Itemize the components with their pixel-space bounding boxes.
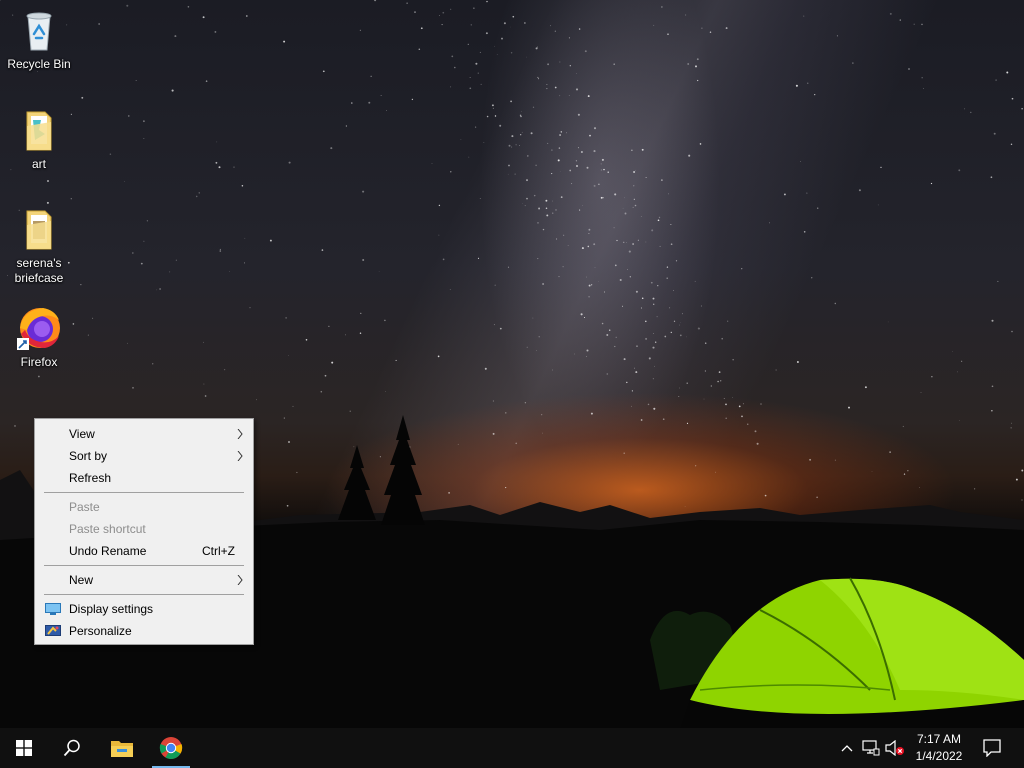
- volume-button[interactable]: [884, 728, 906, 768]
- chrome-button[interactable]: [150, 728, 192, 768]
- desktop-icon-label: serena's briefcase: [14, 256, 64, 285]
- menu-item-label: Paste: [69, 500, 100, 514]
- menu-item-shortcut: Ctrl+Z: [202, 544, 235, 558]
- chevron-right-icon: [237, 429, 243, 439]
- menu-item-undo-rename[interactable]: Undo Rename Ctrl+Z: [35, 540, 253, 562]
- folder-icon: [15, 205, 63, 253]
- menu-separator: [44, 565, 244, 566]
- file-explorer-button[interactable]: [98, 728, 146, 768]
- menu-item-view[interactable]: View: [35, 423, 253, 445]
- start-button[interactable]: [0, 728, 48, 768]
- menu-item-refresh[interactable]: Refresh: [35, 467, 253, 489]
- action-center-button[interactable]: [976, 728, 1008, 768]
- menu-separator: [44, 594, 244, 595]
- notification-icon: [983, 739, 1001, 757]
- chevron-up-icon: [841, 745, 853, 752]
- recycle-bin-icon: [15, 6, 63, 54]
- menu-item-sort-by[interactable]: Sort by: [35, 445, 253, 467]
- menu-item-new[interactable]: New: [35, 569, 253, 591]
- desktop-icon-firefox[interactable]: Firefox: [4, 304, 74, 370]
- network-icon: [862, 740, 880, 756]
- chevron-right-icon: [237, 575, 243, 585]
- menu-separator: [44, 492, 244, 493]
- search-button[interactable]: [48, 728, 96, 768]
- desktop-icon-label: Recycle Bin: [7, 57, 71, 71]
- desktop-icon-label: Firefox: [20, 355, 58, 369]
- menu-item-display-settings[interactable]: Display settings: [35, 598, 253, 620]
- personalize-icon: [45, 625, 61, 636]
- menu-item-label: Display settings: [69, 602, 154, 616]
- menu-item-label: Sort by: [69, 449, 108, 463]
- windows-logo-icon: [16, 740, 32, 756]
- taskbar: 7:17 AM 1/4/2022: [0, 728, 1024, 768]
- menu-item-personalize[interactable]: Personalize: [35, 620, 253, 642]
- desktop[interactable]: Recycle Bin art serena's briefcase Firef…: [0, 0, 1024, 768]
- menu-item-label: View: [69, 427, 95, 441]
- file-explorer-icon: [111, 741, 133, 757]
- clock-time: 7:17 AM: [916, 732, 962, 746]
- menu-item-label: Undo Rename: [69, 544, 147, 558]
- folder-icon: [15, 106, 63, 154]
- menu-item-label: New: [69, 573, 94, 587]
- firefox-icon: [15, 304, 63, 352]
- desktop-context-menu: View Sort by Refresh Paste Paste shortcu…: [34, 418, 254, 645]
- clock[interactable]: 7:17 AM 1/4/2022: [907, 731, 971, 765]
- desktop-icon-recycle-bin[interactable]: Recycle Bin: [4, 6, 74, 72]
- display-settings-icon: [45, 603, 61, 615]
- menu-item-paste-shortcut: Paste shortcut: [35, 518, 253, 540]
- clock-date: 1/4/2022: [915, 749, 963, 763]
- desktop-icon-art-folder[interactable]: art: [4, 106, 74, 172]
- desktop-icon-serenas-briefcase-folder[interactable]: serena's briefcase: [4, 205, 74, 286]
- show-hidden-icons-button[interactable]: [838, 728, 856, 768]
- search-icon: [63, 739, 80, 757]
- menu-item-label: Personalize: [69, 624, 132, 638]
- desktop-icon-label: art: [31, 157, 46, 171]
- network-button[interactable]: [860, 728, 882, 768]
- menu-item-paste: Paste: [35, 496, 253, 518]
- menu-item-label: Refresh: [69, 471, 112, 485]
- chrome-icon: [159, 737, 183, 759]
- volume-muted-icon: [885, 740, 904, 756]
- chevron-right-icon: [237, 451, 243, 461]
- menu-item-label: Paste shortcut: [69, 522, 146, 536]
